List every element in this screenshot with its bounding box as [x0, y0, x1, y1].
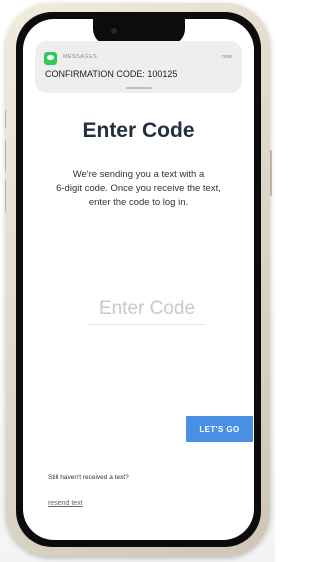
camera-icon [111, 28, 117, 34]
phone-screen: MESSAGES now CONFIRMATION CODE: 100125 E… [23, 19, 254, 540]
notification-message: CONFIRMATION CODE: 100125 [45, 69, 178, 79]
notification-time: now [221, 54, 232, 60]
instructions-text: We're sending you a text with a 6-digit … [23, 168, 254, 210]
device-mockup: MESSAGES now CONFIRMATION CODE: 100125 E… [0, 0, 275, 562]
sms-notification[interactable]: MESSAGES now CONFIRMATION CODE: 100125 [35, 41, 242, 93]
instructions-line: We're sending you a text with a [72, 169, 205, 180]
resend-prompt: Still haven't received a text? [48, 474, 129, 481]
phone-frame: MESSAGES now CONFIRMATION CODE: 100125 E… [6, 3, 270, 556]
notification-grabber [126, 87, 152, 89]
messages-app-icon [44, 52, 57, 65]
instructions-line: 6-digit code. Once you receive the text, [56, 183, 221, 194]
resend-text-link[interactable]: resend text [48, 500, 83, 507]
instructions-line: enter the code to log in. [88, 197, 189, 208]
page-title: Enter Code [82, 119, 195, 142]
notification-app-name: MESSAGES [63, 54, 98, 60]
lets-go-button[interactable]: LET'S GO [186, 416, 253, 442]
code-input[interactable] [88, 294, 206, 325]
